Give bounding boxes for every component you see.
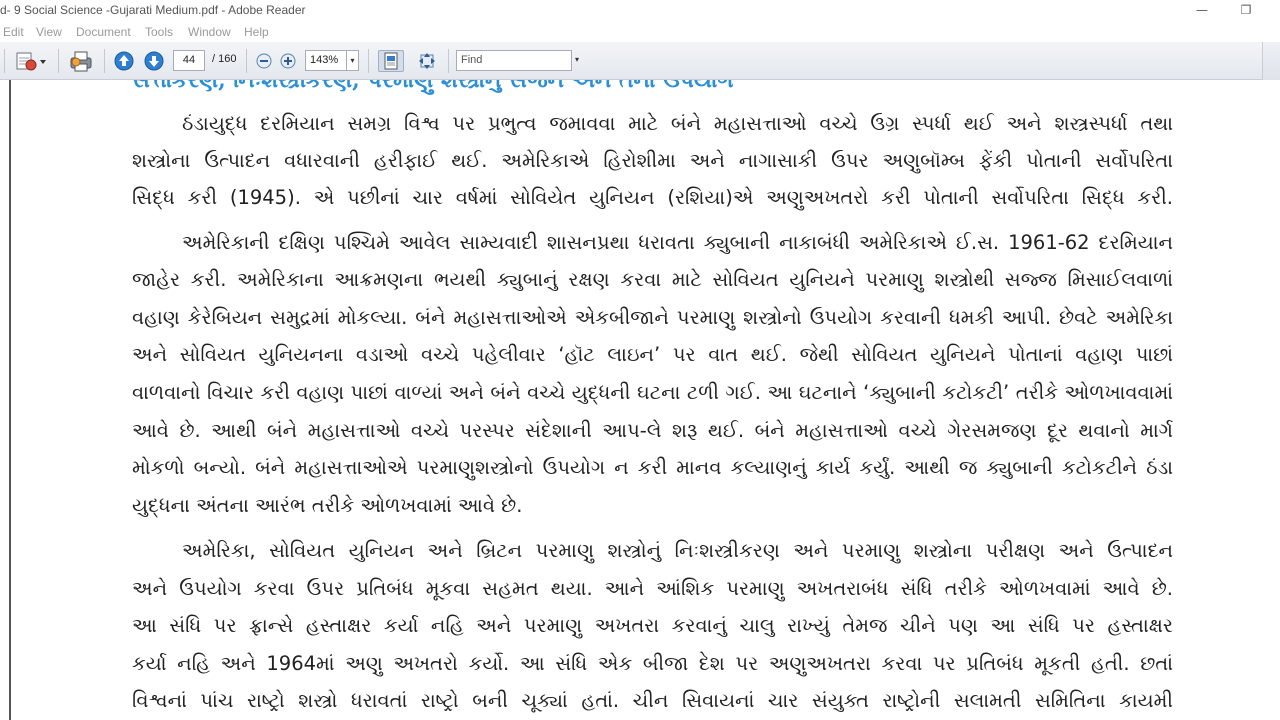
zoom-dropdown-icon[interactable]: ▾ bbox=[347, 50, 359, 71]
page-number-input[interactable]: 44 bbox=[173, 50, 205, 71]
text-line: આ સંધિ પર ફ્રાન્સે હસ્તાક્ષર કર્યા નહિ અ… bbox=[132, 614, 1173, 637]
zoom-input[interactable]: 143% bbox=[305, 50, 347, 71]
window-title: d- 9 Social Science -Gujarati Medium.pdf… bbox=[0, 3, 306, 17]
zoom-in-button[interactable] bbox=[278, 50, 298, 72]
menu-document[interactable]: Document bbox=[76, 25, 131, 39]
fit-page-button[interactable] bbox=[378, 50, 404, 72]
restore-button[interactable]: ❐ bbox=[1234, 2, 1258, 20]
fit-width-button[interactable] bbox=[414, 50, 440, 72]
zoom-out-button[interactable] bbox=[254, 50, 274, 72]
toolbar-separator bbox=[58, 49, 59, 73]
arrow-down-icon bbox=[144, 51, 164, 71]
title-bar: d- 9 Social Science -Gujarati Medium.pdf… bbox=[0, 0, 1280, 22]
text-line: ઠંડાયુદ્ધ દરમિયાન સમગ્ર વિશ્વ પર પ્રભુત્… bbox=[182, 112, 1173, 135]
text-line: અમેરિકાની દક્ષિણ પશ્ચિમે આવેલ સામ્યવાદી … bbox=[182, 231, 1173, 254]
menu-tools[interactable]: Tools bbox=[145, 25, 173, 39]
find-input[interactable]: Find bbox=[456, 50, 572, 71]
text-line: વિશ્વનાં પાંચ રાષ્ટ્રો શસ્ત્રો ધરાવતાં ર… bbox=[132, 689, 1173, 712]
page-total-label: / 160 bbox=[212, 53, 237, 65]
toolbar-separator bbox=[448, 49, 449, 73]
printer-icon bbox=[70, 51, 92, 72]
toolbar-separator bbox=[368, 49, 369, 73]
toolbar-separator bbox=[104, 49, 105, 73]
menu-view[interactable]: View bbox=[36, 25, 62, 39]
print-button[interactable] bbox=[66, 50, 96, 72]
text-line: શસ્ત્રોના ઉત્પાદન વધારવાની હરીફાઈ થઈ. અમ… bbox=[132, 149, 1173, 172]
document-save-icon bbox=[16, 52, 46, 71]
text-line: આવે છે. આથી બંને મહાસત્તાઓ વચ્ચે પરસ્પર … bbox=[132, 419, 1173, 442]
text-line: વહાણ કેરેબિયન સમુદ્રમાં મોકલ્યા. બંને મહ… bbox=[132, 306, 1173, 329]
text-line: અમેરિકા, સોવિયત યુનિયન અને બ્રિટન પરમાણુ… bbox=[182, 539, 1173, 562]
toolbar-overflow bbox=[1262, 42, 1280, 80]
menu-edit[interactable]: Edit bbox=[3, 25, 24, 39]
arrow-up-icon bbox=[114, 51, 134, 71]
text-line: જાહેર કરી. અમેરિકાના આક્રમણના ભયથી ક્યુબ… bbox=[132, 268, 1173, 291]
toolbar-separator bbox=[4, 49, 5, 73]
text-line: વાળવાનો વિચાર કરી વહાણ પાછાં વાળ્યાં અને… bbox=[132, 381, 1173, 404]
text-line: કર્યા નહિ અને 1964માં અણુ અખતરો કર્યો. આ… bbox=[132, 652, 1173, 675]
find-dropdown-icon[interactable]: ▾ bbox=[572, 50, 582, 71]
save-dropdown-button[interactable] bbox=[14, 50, 50, 72]
menu-bar: Edit View Document Tools Window Help bbox=[0, 22, 1280, 42]
zoom-out-icon bbox=[256, 53, 272, 69]
next-page-button[interactable] bbox=[142, 50, 166, 72]
menu-window[interactable]: Window bbox=[188, 25, 231, 39]
toolbar-separator bbox=[246, 49, 247, 73]
minimize-button[interactable]: — bbox=[1190, 2, 1214, 20]
text-line: યુદ્ધના અંતના આરંભ તરીકે ઓળખવામાં આવે છે… bbox=[132, 494, 523, 517]
text-line: સિદ્ધ કરી (1945). એ પછીનાં ચાર વર્ષમાં સ… bbox=[132, 186, 1173, 209]
text-line: મોકળો બન્યો. બંને મહાસત્તાઓએ પરમાણુશસ્ત્… bbox=[132, 456, 1173, 479]
page-left-edge bbox=[9, 80, 11, 720]
menu-help[interactable]: Help bbox=[244, 25, 269, 39]
expand-icon bbox=[419, 53, 435, 69]
previous-page-button[interactable] bbox=[112, 50, 136, 72]
text-line: અને ઉપયોગ કરવા ઉપર પ્રતિબંધ મૂકવા સહમત થ… bbox=[132, 577, 1173, 600]
text-line: અને સોવિયત યુનિયનના વડાઓ વચ્ચે પહેલીવાર … bbox=[132, 343, 1173, 366]
fit-page-icon bbox=[384, 52, 398, 70]
zoom-in-icon bbox=[280, 53, 296, 69]
